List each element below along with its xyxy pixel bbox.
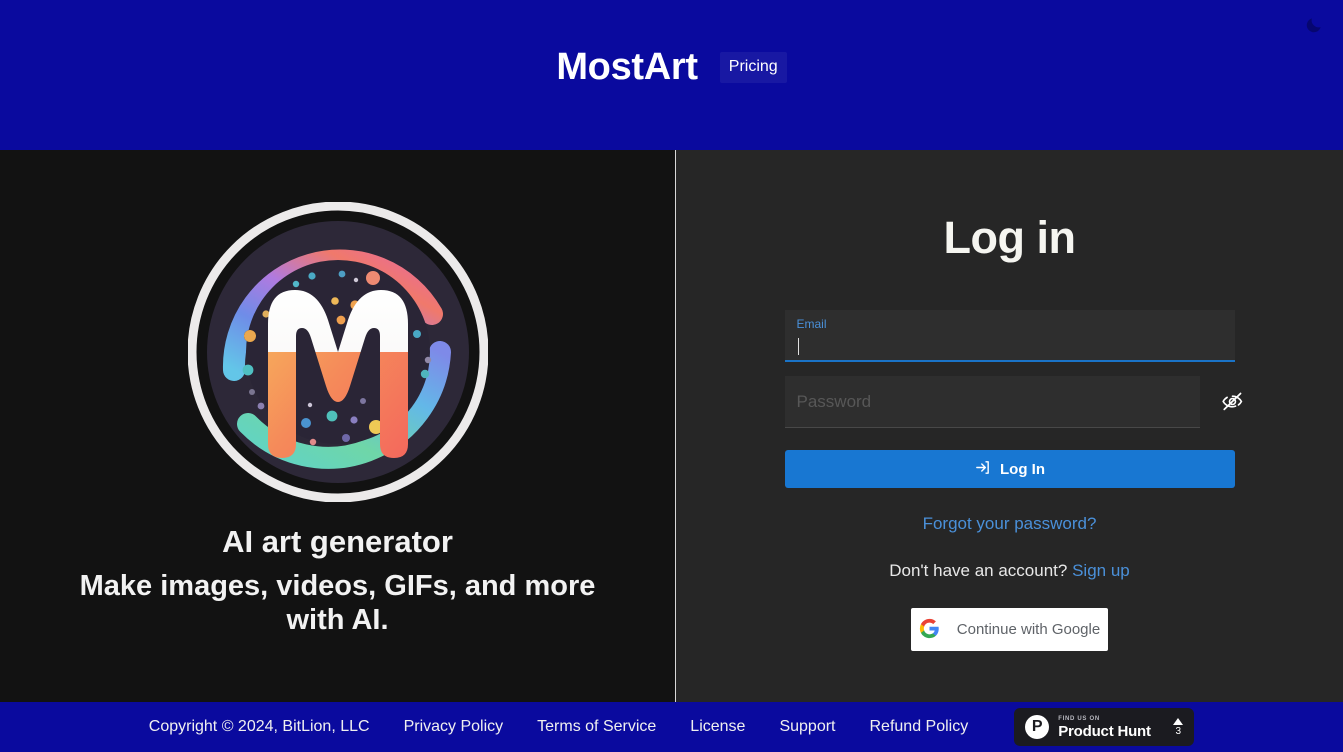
footer-link-license[interactable]: License: [690, 718, 745, 736]
footer-copyright: Copyright © 2024, BitLion, LLC: [148, 718, 370, 735]
product-hunt-vote-count: 3: [1175, 725, 1181, 737]
password-field[interactable]: Password: [784, 376, 1243, 428]
forgot-password-link[interactable]: Forgot your password?: [923, 514, 1097, 534]
page-title: Log in: [943, 212, 1076, 263]
product-hunt-badge[interactable]: P FIND US ON Product Hunt 3: [1014, 708, 1195, 746]
footer-link-privacy-policy[interactable]: Privacy Policy: [404, 718, 504, 736]
hero-tagline-main: AI art generator: [222, 524, 453, 559]
text-caret: [797, 338, 799, 355]
email-field[interactable]: Email: [784, 310, 1235, 362]
hero-tagline-sub: Make images, videos, GIFs, and more with…: [79, 569, 596, 637]
login-arrow-icon: [974, 459, 991, 480]
moon-icon[interactable]: [1297, 8, 1331, 42]
login-submit-label: Log In: [1000, 460, 1045, 478]
product-hunt-votes: 3: [1173, 717, 1184, 737]
email-label: Email: [796, 317, 827, 331]
google-g-icon: [919, 618, 940, 642]
product-hunt-text: FIND US ON Product Hunt: [1058, 716, 1164, 739]
google-button-label: Continue with Google: [956, 621, 1101, 638]
page-root: MostArt Pricing AI art generator Make im…: [0, 0, 1343, 752]
continue-with-google-button[interactable]: Continue with Google: [911, 608, 1108, 651]
product-hunt-name: Product Hunt: [1058, 722, 1151, 740]
password-placeholder: Password: [796, 391, 872, 411]
main-content: AI art generator Make images, videos, GI…: [0, 150, 1343, 702]
hero-pane: AI art generator Make images, videos, GI…: [0, 150, 675, 702]
signup-prompt: Don't have an account?: [889, 561, 1068, 580]
triangle-up-icon: [1173, 717, 1184, 725]
login-submit-button[interactable]: Log In: [784, 450, 1235, 488]
login-pane: Log in Email Password Log In Forgot your…: [676, 150, 1343, 702]
signup-row: Don't have an account? Sign up: [889, 561, 1130, 581]
brand-title: MostArt: [556, 46, 698, 88]
header-inner: MostArt Pricing: [556, 46, 787, 88]
login-form: Email Password Log In Forgot your passwo…: [784, 310, 1243, 651]
mostart-logo-icon: [187, 202, 488, 502]
signup-link[interactable]: Sign up: [1072, 561, 1130, 580]
site-footer: Copyright © 2024, BitLion, LLC Privacy P…: [0, 702, 1343, 752]
eye-off-icon[interactable]: [1219, 388, 1247, 416]
product-hunt-icon: P: [1025, 715, 1050, 739]
nav-link-pricing[interactable]: Pricing: [719, 51, 787, 83]
footer-link-refund-policy[interactable]: Refund Policy: [870, 718, 969, 736]
product-hunt-kicker: FIND US ON: [1058, 715, 1100, 722]
site-header: MostArt Pricing: [0, 0, 1343, 150]
footer-link-support[interactable]: Support: [779, 718, 835, 736]
footer-link-terms-of-service[interactable]: Terms of Service: [537, 718, 656, 736]
